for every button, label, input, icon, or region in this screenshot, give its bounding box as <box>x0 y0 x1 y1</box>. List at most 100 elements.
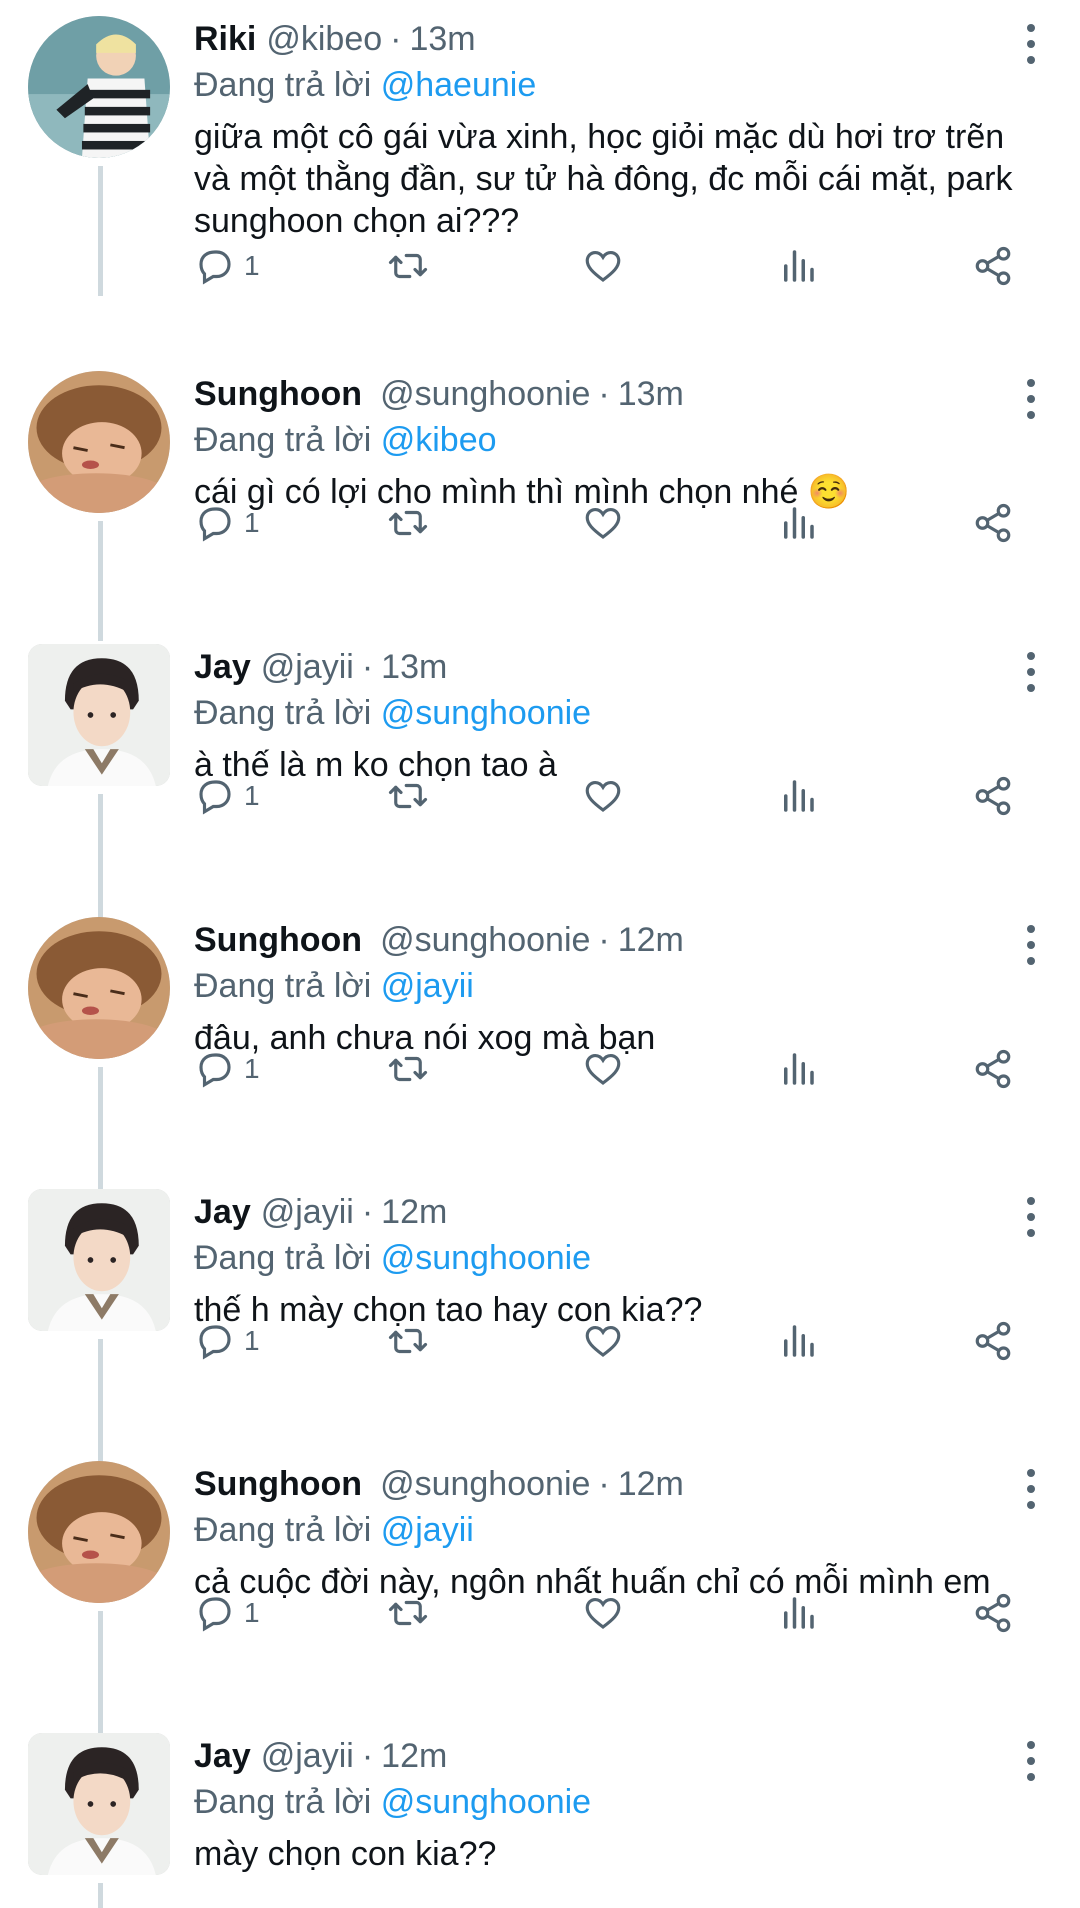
reply-button[interactable]: 1 <box>194 1320 260 1362</box>
reply-button[interactable]: 1 <box>194 1048 260 1090</box>
display-name[interactable]: Jay <box>194 1733 251 1779</box>
display-name[interactable]: Sunghoon <box>194 371 362 417</box>
user-handle[interactable]: @jayii <box>261 644 354 690</box>
replying-to: Đang trả lời @jayii <box>194 1507 1054 1553</box>
replying-to-mention[interactable]: @jayii <box>381 1511 474 1549</box>
avatar[interactable] <box>28 1461 170 1603</box>
analytics-icon <box>784 250 814 282</box>
avatar[interactable] <box>28 1733 170 1875</box>
reply-icon <box>199 1597 231 1632</box>
like-button[interactable] <box>582 1048 624 1090</box>
like-button[interactable] <box>582 245 624 287</box>
views-button[interactable] <box>777 502 819 544</box>
avatar[interactable] <box>28 917 170 1059</box>
user-handle[interactable]: @jayii <box>261 1189 354 1235</box>
display-name[interactable]: Sunghoon <box>194 917 362 963</box>
timestamp[interactable]: 13m <box>381 644 447 690</box>
display-name[interactable]: Sunghoon <box>194 1461 362 1507</box>
replying-to-mention[interactable]: @haeunie <box>381 66 537 104</box>
sunghoon-avatar-image <box>28 371 170 513</box>
views-button[interactable] <box>777 775 819 817</box>
tweet-header: Sunghoon @sunghoonie · 13m <box>194 371 1054 417</box>
avatar-column <box>28 16 172 296</box>
more-options-icon[interactable] <box>1016 379 1046 419</box>
analytics-icon <box>784 1325 814 1357</box>
reply-button[interactable]: 1 <box>194 1592 260 1634</box>
more-options-icon[interactable] <box>1016 1741 1046 1781</box>
timestamp[interactable]: 12m <box>381 1733 447 1779</box>
timestamp[interactable]: 13m <box>409 16 475 62</box>
tweet-item[interactable]: Jay @jayii · 12m Đang trả lời @sunghooni… <box>0 1733 1080 1908</box>
views-button[interactable] <box>777 1320 819 1362</box>
reply-icon <box>199 1325 231 1360</box>
tweet-text: mày chọn con kia?? <box>194 1835 497 1873</box>
thread-connector-line <box>98 1067 103 1197</box>
separator-dot: · <box>361 648 374 686</box>
retweet-button[interactable] <box>387 245 429 287</box>
display-name[interactable]: Jay <box>194 644 251 690</box>
timestamp[interactable]: 12m <box>381 1189 447 1235</box>
replying-to-mention[interactable]: @sunghoonie <box>381 1783 591 1821</box>
reply-button[interactable]: 1 <box>194 502 260 544</box>
retweet-button[interactable] <box>387 1048 429 1090</box>
avatar[interactable] <box>28 1189 170 1331</box>
avatar[interactable] <box>28 16 170 158</box>
tweet-item[interactable]: Sunghoon @sunghoonie · 13m Đang trả lời … <box>0 371 1080 643</box>
tweet-content: Sunghoon @sunghoonie · 12m Đang trả lời … <box>194 1461 1054 1603</box>
more-options-icon[interactable] <box>1016 1197 1046 1237</box>
reply-button[interactable]: 1 <box>194 775 260 817</box>
user-handle[interactable]: @sunghoonie <box>380 371 590 417</box>
views-button[interactable] <box>777 1048 819 1090</box>
retweet-button[interactable] <box>387 1320 429 1362</box>
tweet-item[interactable]: Sunghoon @sunghoonie · 12m Đang trả lời … <box>0 917 1080 1197</box>
share-button[interactable] <box>972 775 1014 817</box>
more-options-icon[interactable] <box>1016 925 1046 965</box>
tweet-content: Jay @jayii · 12m Đang trả lời @sunghooni… <box>194 1733 1054 1875</box>
retweet-button[interactable] <box>387 775 429 817</box>
user-handle[interactable]: @sunghoonie <box>380 1461 590 1507</box>
share-button[interactable] <box>972 1592 1014 1634</box>
replying-to: Đang trả lời @haeunie <box>194 62 1054 108</box>
timestamp[interactable]: 12m <box>618 1461 684 1507</box>
views-button[interactable] <box>777 245 819 287</box>
display-name[interactable]: Riki <box>194 16 256 62</box>
user-handle[interactable]: @kibeo <box>266 16 382 62</box>
share-button[interactable] <box>972 245 1014 287</box>
replying-to-mention[interactable]: @sunghoonie <box>381 1239 591 1277</box>
like-button[interactable] <box>582 775 624 817</box>
display-name[interactable]: Jay <box>194 1189 251 1235</box>
avatar[interactable] <box>28 371 170 513</box>
tweet-actions: 1 <box>194 238 1034 294</box>
like-button[interactable] <box>582 1592 624 1634</box>
retweet-button[interactable] <box>387 502 429 544</box>
tweet-item[interactable]: Jay @jayii · 12m Đang trả lời @sunghooni… <box>0 1189 1080 1469</box>
views-button[interactable] <box>777 1592 819 1634</box>
replying-to-mention[interactable]: @jayii <box>381 967 474 1005</box>
timestamp[interactable]: 13m <box>618 371 684 417</box>
timestamp[interactable]: 12m <box>618 917 684 963</box>
more-options-icon[interactable] <box>1016 24 1046 64</box>
replying-to-label: Đang trả lời <box>194 421 372 459</box>
reply-count: 1 <box>244 507 260 538</box>
like-button[interactable] <box>582 1320 624 1362</box>
like-button[interactable] <box>582 502 624 544</box>
retweet-button[interactable] <box>387 1592 429 1634</box>
user-handle[interactable]: @sunghoonie <box>380 917 590 963</box>
tweet-item[interactable]: Sunghoon @sunghoonie · 12m Đang trả lời … <box>0 1461 1080 1741</box>
more-options-icon[interactable] <box>1016 652 1046 692</box>
reply-icon <box>199 1053 231 1088</box>
replying-to-mention[interactable]: @kibeo <box>381 421 497 459</box>
replying-to-mention[interactable]: @sunghoonie <box>381 694 591 732</box>
replying-to-label: Đang trả lời <box>194 66 372 104</box>
heart-icon <box>585 250 621 282</box>
reply-button[interactable]: 1 <box>194 245 260 287</box>
share-button[interactable] <box>972 1048 1014 1090</box>
share-icon <box>975 503 1011 543</box>
share-button[interactable] <box>972 502 1014 544</box>
more-options-icon[interactable] <box>1016 1469 1046 1509</box>
share-button[interactable] <box>972 1320 1014 1362</box>
tweet-item[interactable]: Jay @jayii · 13m Đang trả lời @sunghooni… <box>0 644 1080 924</box>
tweet-item[interactable]: Riki @kibeo · 13m Đang trả lời @haeunie … <box>0 16 1080 296</box>
user-handle[interactable]: @jayii <box>261 1733 354 1779</box>
avatar[interactable] <box>28 644 170 786</box>
